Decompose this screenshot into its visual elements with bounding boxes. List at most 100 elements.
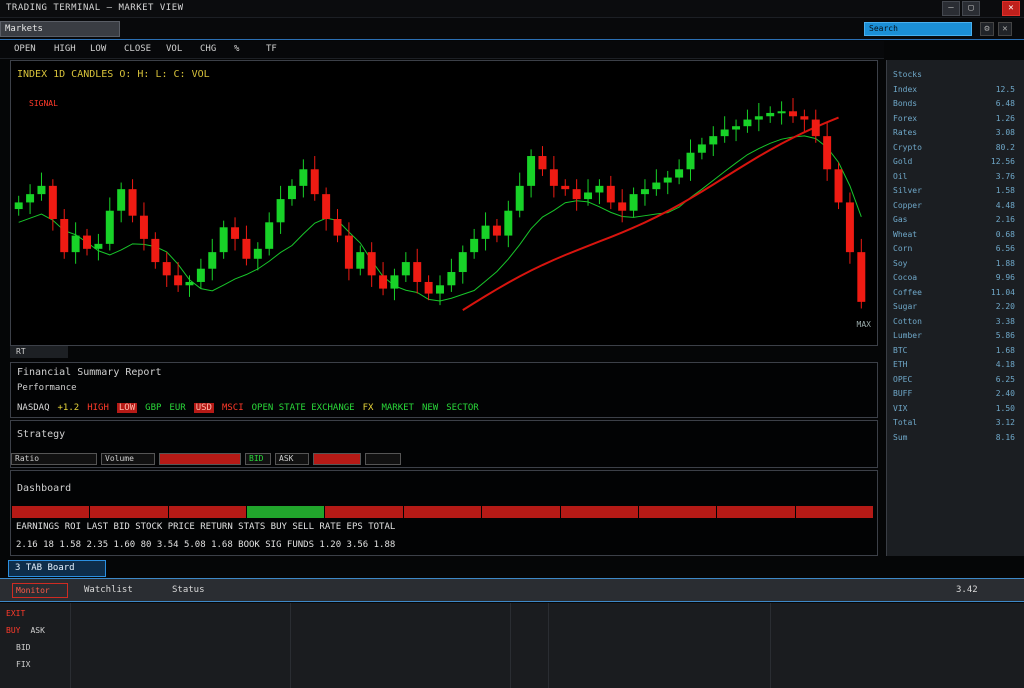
candle-up	[117, 182, 126, 223]
heatmap-cell	[560, 506, 638, 518]
strategy-cell[interactable]: Volume	[101, 453, 155, 465]
sidebar-row[interactable]: Cocoa 9.96	[887, 273, 1024, 286]
sidebar-row[interactable]: Stocks	[887, 70, 1024, 83]
toolbar-item-tf[interactable]: TF	[266, 44, 277, 54]
candle-up	[265, 212, 274, 256]
heatmap-cell	[403, 506, 482, 518]
sidebar-row[interactable]: ETH 4.18	[887, 360, 1024, 373]
toolbar-item-pct[interactable]: %	[234, 44, 239, 54]
ticker-item[interactable]: +1.2	[58, 403, 80, 413]
sidebar-row[interactable]: Wheat 0.68	[887, 230, 1024, 243]
candle-down	[139, 202, 148, 251]
sidebar-row-label: Sum	[893, 432, 908, 442]
candle-down	[561, 179, 570, 196]
toolbar-item-low[interactable]: LOW	[90, 44, 106, 54]
toolbar-item-high[interactable]: HIGH	[54, 44, 76, 54]
candle-up	[219, 220, 228, 259]
candle-up	[777, 101, 786, 125]
sidebar-row[interactable]: Oil 3.76	[887, 172, 1024, 185]
sidebar-row[interactable]: Coffee 11.04	[887, 288, 1024, 301]
sidebar-row[interactable]: Soy 1.88	[887, 259, 1024, 272]
price-chart[interactable]: INDEX 1D CANDLES O: H: L: C: VOL SIGNAL …	[10, 60, 878, 346]
ticker-item[interactable]: USD	[193, 403, 214, 413]
sidebar-row-value: 0.68	[995, 229, 1015, 239]
toolbar-item-close[interactable]: CLOSE	[124, 44, 151, 54]
sidebar-row[interactable]: VIX 1.50	[887, 404, 1024, 417]
tab-board[interactable]: 3 TAB Board	[8, 560, 106, 577]
sidebar-row-value: 1.68	[995, 345, 1015, 355]
sidebar-row[interactable]: Cotton 3.38	[887, 317, 1024, 330]
search-input[interactable]: Search	[864, 22, 972, 36]
ticker-item[interactable]: MARKET	[381, 403, 414, 413]
sidebar-row[interactable]: BTC 1.68	[887, 346, 1024, 359]
ticker-item[interactable]: EUR	[169, 403, 185, 413]
candle-up	[720, 116, 729, 143]
strategy-cell[interactable]	[365, 453, 401, 465]
sidebar-row[interactable]: Silver 1.58	[887, 186, 1024, 199]
sidebar-row[interactable]: Rates 3.08	[887, 128, 1024, 141]
sidebar-row-label: OPEC	[893, 374, 913, 384]
sidebar-row-label: Rates	[893, 128, 918, 137]
status-tab[interactable]: Status	[172, 585, 205, 595]
candle-up	[287, 179, 296, 206]
ticker-item[interactable]: OPEN STATE EXCHANGE	[252, 403, 355, 413]
ticker-item[interactable]: MSCI	[222, 403, 244, 413]
strategy-cell[interactable]: BID	[245, 453, 271, 465]
sidebar-row[interactable]: Index 12.5	[887, 85, 1024, 98]
strategy-cell[interactable]: ASK	[275, 453, 309, 465]
sidebar-row-label: Coffee	[893, 287, 922, 297]
sidebar-row[interactable]: OPEC 6.25	[887, 375, 1024, 388]
sidebar-row[interactable]: Corn 6.56	[887, 244, 1024, 257]
sidebar-row[interactable]: Sum 8.16	[887, 433, 1024, 446]
grid-divider	[290, 603, 291, 688]
monitor-button[interactable]: Monitor	[12, 583, 68, 598]
ticker-item[interactable]: NASDAQ	[17, 403, 50, 413]
close-button[interactable]: ✕	[1002, 1, 1020, 16]
sidebar-row[interactable]: Gold 12.56	[887, 157, 1024, 170]
sidebar-row[interactable]: Total 3.12	[887, 418, 1024, 431]
sidebar-row[interactable]: Bonds 6.48	[887, 99, 1024, 112]
summary-title: Financial Summary Report	[17, 367, 162, 378]
candle-up	[629, 187, 638, 218]
app-logo[interactable]: Markets	[0, 21, 120, 37]
sidebar-row[interactable]: BUFF 2.40	[887, 389, 1024, 402]
close-icon[interactable]: ✕	[998, 22, 1012, 36]
sidebar-row[interactable]: Lumber 5.86	[887, 331, 1024, 344]
candle-up	[458, 245, 467, 284]
heatmap-cell	[717, 506, 795, 518]
sidebar-row-label: Index	[893, 84, 918, 94]
bottom-row-value: ASK	[30, 626, 45, 635]
sidebar-row[interactable]: Gas 2.16	[887, 215, 1024, 228]
gear-icon[interactable]: ⚙	[980, 22, 994, 36]
watchlist-tab[interactable]: Watchlist	[84, 585, 133, 595]
candle-up	[14, 195, 23, 216]
sidebar-row[interactable]: Sugar 2.20	[887, 302, 1024, 315]
ticker-item[interactable]: LOW	[116, 403, 138, 413]
candle-up	[766, 106, 775, 123]
ticker-item[interactable]: SECTOR	[446, 403, 479, 413]
strategy-cell[interactable]: Ratio	[11, 453, 97, 465]
ticker-item[interactable]: HIGH	[87, 403, 109, 413]
strategy-cell[interactable]	[159, 453, 241, 465]
candle-down	[789, 98, 797, 123]
candle-down	[151, 232, 160, 269]
strategy-panel: Strategy Ratio Volume BID ASK	[10, 420, 878, 468]
ticker-item[interactable]: NEW	[422, 403, 438, 413]
candle-down	[83, 228, 91, 256]
strategy-cell[interactable]	[313, 453, 361, 465]
ticker-item[interactable]: FX	[363, 403, 374, 413]
summary-panel: Financial Summary Report Performance NAS…	[10, 362, 878, 418]
toolbar-item-chg[interactable]: CHG	[200, 44, 216, 54]
toolbar-item-vol[interactable]: VOL	[166, 44, 182, 54]
candle-up	[71, 222, 80, 264]
sidebar-row[interactable]: Crypto 80.2	[887, 143, 1024, 156]
minimize-button[interactable]: –	[942, 1, 960, 16]
sidebar-row[interactable]: Forex 1.26	[887, 114, 1024, 127]
toolbar-item-open[interactable]: OPEN	[14, 44, 36, 54]
sidebar-row-value: 2.20	[995, 302, 1015, 311]
sidebar-row-label: Corn	[893, 244, 913, 253]
sidebar-row[interactable]: Copper 4.48	[887, 201, 1024, 214]
ticker-item[interactable]: GBP	[145, 403, 161, 413]
maximize-button[interactable]: ▢	[962, 1, 980, 16]
sidebar-row-label: ETH	[893, 360, 908, 369]
